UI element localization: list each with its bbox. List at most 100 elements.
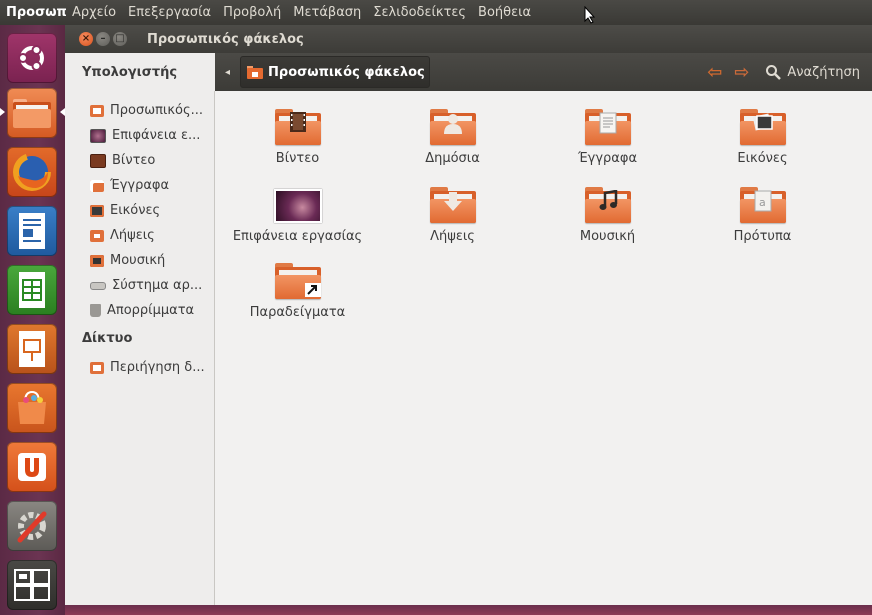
desktop-wallpaper-strip [65,605,872,615]
file-item-pictures[interactable]: Εικόνες [685,109,840,166]
sidebar-item-filesystem[interactable]: Σύστημα αρ... [65,273,214,298]
svg-text:a: a [759,196,766,209]
file-view: Βίντεο Δημόσια Έγγραφα Εικόνες Επιφάνεια… [215,91,872,605]
window-minimize-button[interactable]: – [96,32,110,46]
public-folder-icon [429,109,476,145]
launcher-ubuntu-one[interactable] [7,442,57,492]
sidebar-item-label: Εικόνες [110,203,161,218]
path-scroll-left-icon[interactable]: ◂ [225,67,230,78]
examples-folder-icon [274,263,321,299]
downloads-folder-icon [429,187,476,223]
path-button-home[interactable]: Προσωπικός φάκελος [240,56,430,88]
window-title: Προσωπικός φάκελος [147,31,304,47]
file-item-label: Δημόσια [425,151,480,166]
menu-go[interactable]: Μετάβαση [287,5,367,20]
file-item-label: Έγγραφα [577,151,638,166]
sidebar-item-label: Μουσική [110,253,166,268]
pictures-folder-icon [739,109,786,145]
network-icon [90,361,104,374]
search-icon[interactable] [765,64,782,80]
back-arrow-icon[interactable]: ⇦ [707,62,722,83]
file-item-examples[interactable]: Παραδείγματα [220,263,375,320]
firefox-icon [13,153,51,191]
file-item-label: Επιφάνεια εργασίας [232,229,363,244]
trash-icon [90,304,101,317]
workspace-switcher-icon [14,569,50,601]
window-maximize-button[interactable]: □ [113,32,127,46]
sidebar-item-music[interactable]: Μουσική [65,248,214,273]
calc-icon [19,272,45,308]
sidebar-item-desktop[interactable]: Επιφάνεια ε... [65,123,214,148]
launcher [0,25,66,615]
launcher-dash-button[interactable] [7,33,57,83]
menu-edit[interactable]: Επεξεργασία [122,5,217,20]
downloads-icon [90,229,104,242]
home-folder-small-icon [247,65,264,79]
launcher-firefox[interactable] [7,147,57,197]
pictures-icon [90,204,104,217]
toolbar: Υπολογιστής ◂ Προσωπικός φάκελος ⇦ ⇨ Ανα… [65,53,872,91]
file-item-downloads[interactable]: Λήψεις [375,187,530,244]
sidebar-item-videos[interactable]: Βίντεο [65,148,214,173]
drive-icon [90,281,106,290]
sidebar-item-documents[interactable]: Έγγραφα [65,173,214,198]
menu-file[interactable]: Αρχείο [66,5,122,20]
sidebar-item-home[interactable]: Προσωπικός... [65,98,214,123]
window-close-button[interactable]: × [79,32,93,46]
home-icon [90,104,104,117]
video-icon [90,153,106,168]
sidebar-item-label: Σύστημα αρ... [112,278,203,293]
menu-view[interactable]: Προβολή [217,5,287,20]
templates-folder-icon: a [739,187,786,223]
file-item-documents[interactable]: Έγγραφα [530,109,685,166]
app-title: Προσωπ [6,5,66,20]
writer-icon [19,213,45,249]
file-item-templates[interactable]: a Πρότυπα [685,187,840,244]
forward-arrow-icon[interactable]: ⇨ [734,62,749,83]
path-button-label: Προσωπικός φάκελος [268,64,425,80]
home-folder-icon [13,99,51,128]
file-item-label: Παραδείγματα [249,305,346,320]
menu-help[interactable]: Βοήθεια [472,5,537,20]
menu-bookmarks[interactable]: Σελιδοδείκτες [367,5,472,20]
sidebar-item-label: Βίντεο [112,153,156,168]
launcher-system-settings[interactable] [7,501,57,551]
file-manager-window: × – □ Προσωπικός φάκελος Υπολογιστής ◂ Π… [65,25,872,605]
sidebar-item-label: Περιήγηση δ... [110,360,205,375]
file-item-label: Μουσική [579,229,636,244]
file-item-label: Λήψεις [430,229,475,244]
desktop-icon [90,128,106,143]
search-button-label[interactable]: Αναζήτηση [787,65,860,80]
file-item-music[interactable]: Μουσική [530,187,685,244]
window-titlebar[interactable]: × – □ Προσωπικός φάκελος [65,25,872,53]
documents-folder-icon [584,109,631,145]
sidebar-item-label: Λήψεις [110,228,155,243]
sidebar-heading-computer: Υπολογιστής [65,53,215,91]
launcher-software-center[interactable] [7,383,57,433]
launcher-calc[interactable] [7,265,57,315]
music-icon [90,254,104,267]
launcher-writer[interactable] [7,206,57,256]
launcher-impress[interactable] [7,324,57,374]
file-item-desktop[interactable]: Επιφάνεια εργασίας [220,187,375,244]
music-folder-icon [584,187,631,223]
file-item-public[interactable]: Δημόσια [375,109,530,166]
sidebar-item-label: Έγγραφα [110,178,170,193]
impress-icon [19,331,45,367]
system-settings-icon [17,511,47,543]
sidebar-item-trash[interactable]: Απορρίμματα [65,298,214,323]
file-item-label: Πρότυπα [733,229,792,244]
running-indicator [0,108,5,116]
file-item-label: Βίντεο [275,151,320,166]
file-item-videos[interactable]: Βίντεο [220,109,375,166]
sidebar-item-pictures[interactable]: Εικόνες [65,198,214,223]
sidebar-item-downloads[interactable]: Λήψεις [65,223,214,248]
launcher-workspace-switcher[interactable] [7,560,57,610]
places-sidebar: Προσωπικός... Επιφάνεια ε... Βίντεο Έγγρ… [65,91,215,605]
top-panel: Προσωπ Αρχείο Επεξεργασία Προβολή Μετάβα… [0,0,872,25]
sidebar-heading-network: Δίκτυο [82,331,133,346]
launcher-home-folder[interactable] [7,88,57,138]
sidebar-item-browse-network[interactable]: Περιήγηση δ... [65,355,214,380]
sidebar-item-label: Απορρίμματα [107,303,195,318]
mouse-cursor-icon [584,6,596,24]
